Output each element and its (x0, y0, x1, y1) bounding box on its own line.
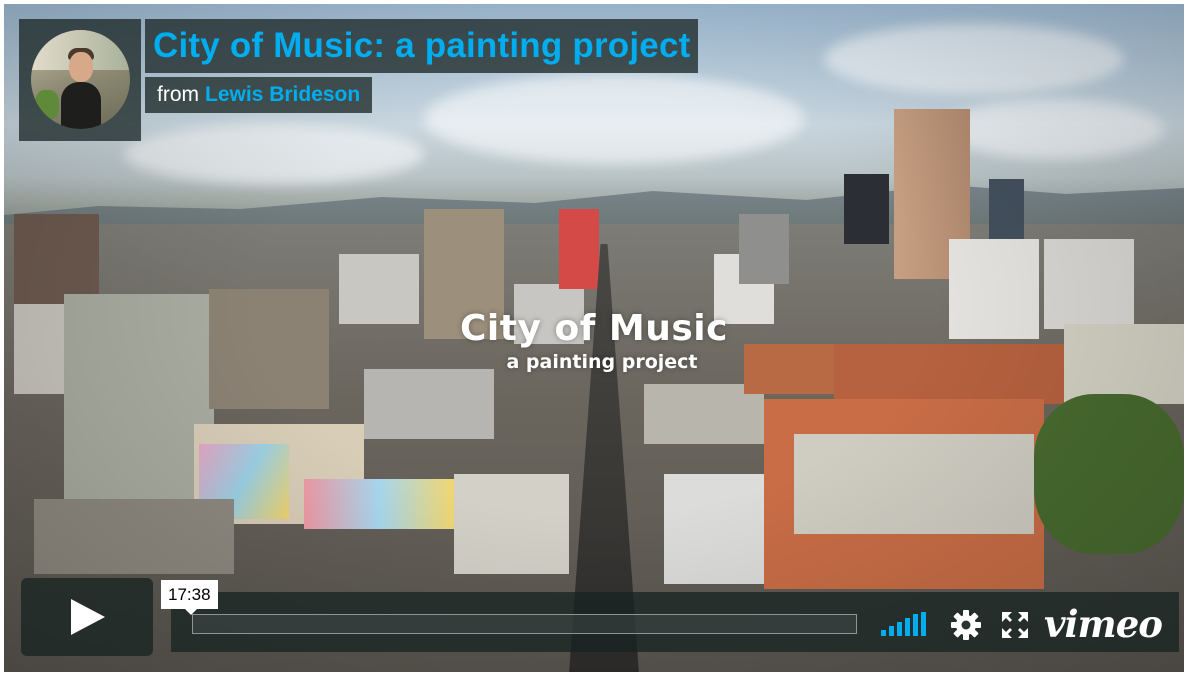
volume-icon[interactable] (881, 612, 931, 636)
title-box: City of Music: a painting project (145, 19, 699, 73)
control-bar: vimeo (171, 592, 1179, 652)
byline-prefix: from (157, 83, 199, 106)
avatar (31, 30, 130, 129)
byline: from Lewis Brideson (145, 77, 373, 113)
vimeo-logo-link[interactable]: vimeo (1044, 602, 1163, 646)
play-button[interactable] (21, 578, 153, 656)
fullscreen-icon[interactable] (1001, 611, 1029, 639)
video-overlay-subtitle: a painting project (506, 351, 698, 373)
author-link[interactable]: Lewis Brideson (205, 83, 360, 107)
video-title-link[interactable]: City of Music: a painting project (153, 26, 690, 66)
play-icon (71, 599, 105, 635)
video-overlay-title: City of Music (460, 308, 728, 349)
progress-bar[interactable] (192, 614, 857, 634)
gear-icon[interactable] (950, 609, 982, 641)
time-tooltip: 17:38 (161, 580, 218, 615)
author-portrait-link[interactable] (19, 19, 141, 141)
